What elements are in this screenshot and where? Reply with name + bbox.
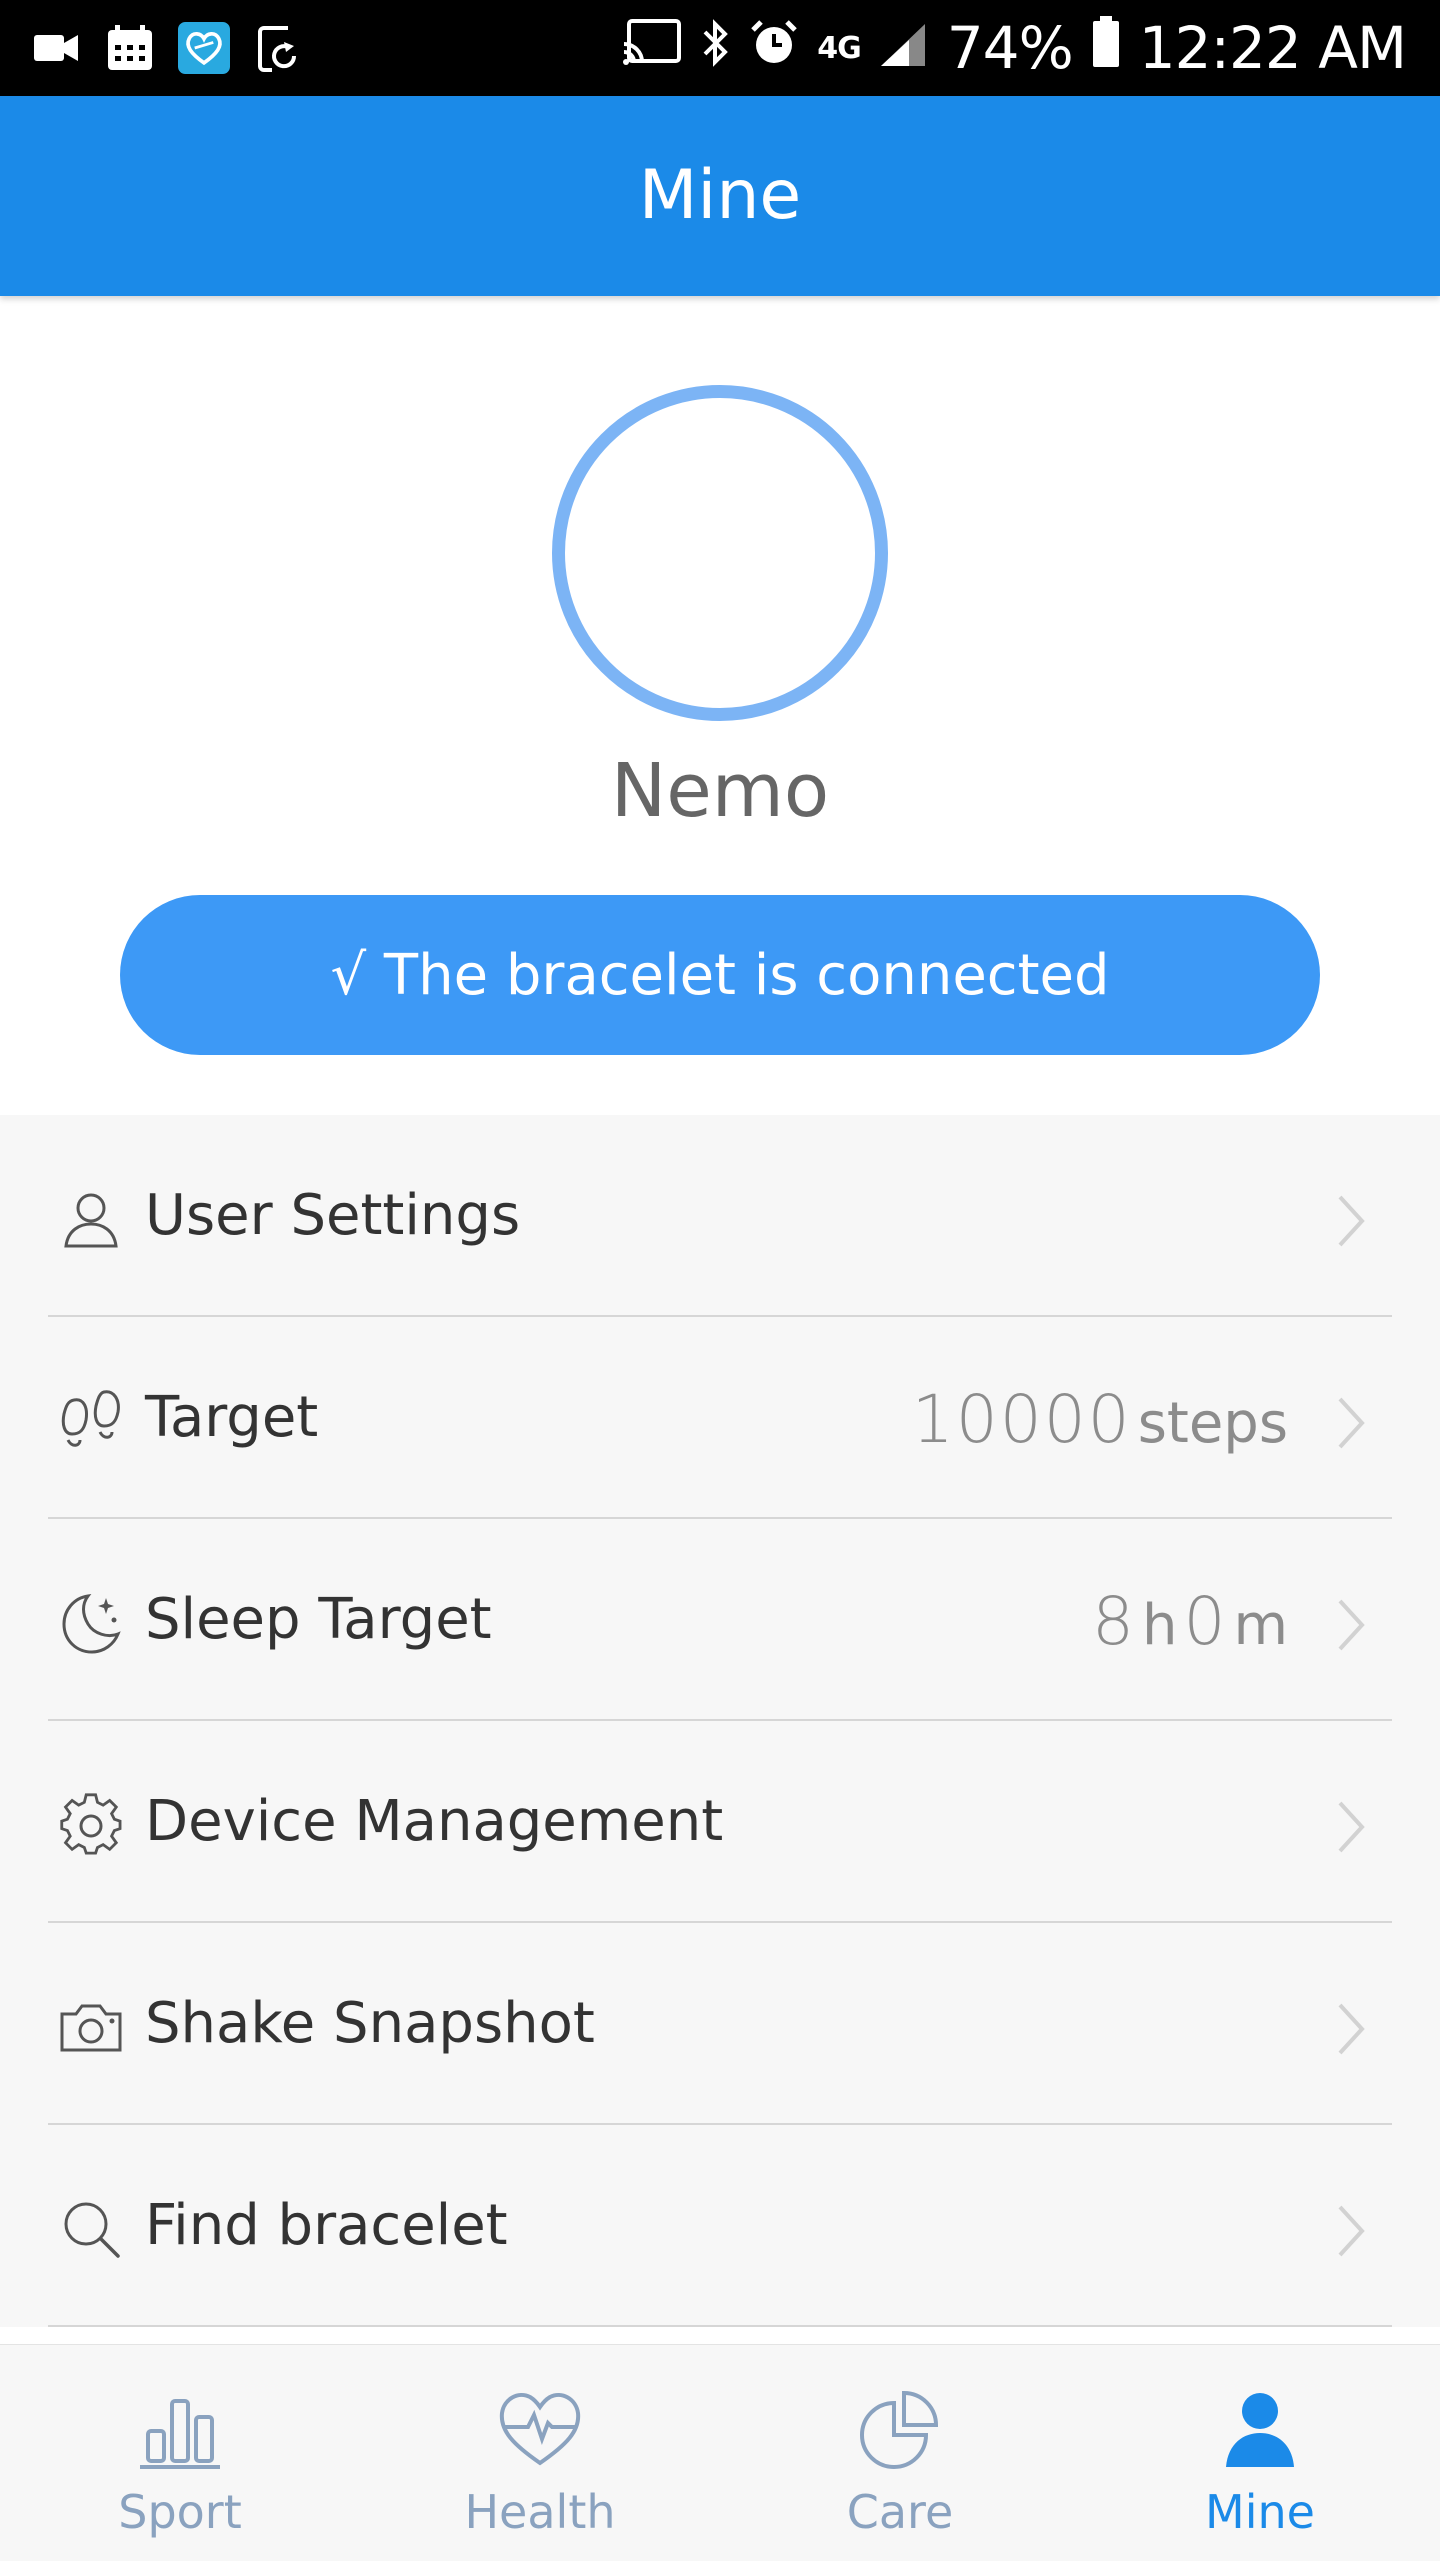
- connection-label: √ The bracelet is connected: [330, 942, 1110, 1008]
- tab-care[interactable]: Care: [720, 2345, 1080, 2561]
- chevron-right-icon: [1338, 1599, 1365, 1651]
- menu-item-shake-snapshot[interactable]: Shake Snapshot: [0, 1923, 1440, 2125]
- steps-unit: steps: [1137, 1391, 1288, 1456]
- chevron-right-icon: [1338, 1195, 1365, 1247]
- bar-chart-icon: [140, 2399, 220, 2469]
- sleep-minutes-unit: m: [1233, 1593, 1288, 1658]
- settings-list: User Settings Target 10000 steps Sleep T…: [0, 1115, 1440, 2327]
- menu-item-sleep-target[interactable]: Sleep Target 8 h 0 m: [0, 1519, 1440, 1721]
- sleep-minutes: 0: [1183, 1583, 1228, 1660]
- search-icon: [64, 2202, 120, 2258]
- pie-chart-icon: [860, 2390, 939, 2469]
- menu-item-label: Sleep Target: [145, 1587, 492, 1652]
- gear-icon: [60, 1793, 122, 1855]
- avatar[interactable]: [552, 385, 888, 721]
- sleep-hours: 8: [1091, 1583, 1136, 1660]
- video-call-icon: [30, 22, 82, 74]
- notification-icons: [30, 18, 304, 78]
- alarm-icon: [749, 14, 799, 82]
- sleep-hours-unit: h: [1141, 1593, 1178, 1658]
- chevron-right-icon: [1338, 2205, 1365, 2257]
- menu-item-label: Device Management: [145, 1789, 724, 1854]
- tab-label: Sport: [118, 2485, 242, 2539]
- battery-icon: [1091, 14, 1121, 82]
- page-title: Mine: [638, 156, 802, 235]
- moon-icon: [62, 1594, 121, 1654]
- menu-item-label: Target: [145, 1385, 319, 1450]
- chevron-right-icon: [1338, 1397, 1365, 1449]
- tab-label: Mine: [1205, 2485, 1315, 2539]
- camera-icon: [60, 2004, 122, 2052]
- user-icon: [64, 1193, 118, 1248]
- app-heart-icon: [178, 22, 230, 74]
- bluetooth-icon: [701, 14, 731, 82]
- heart-pulse-icon: [499, 2393, 581, 2466]
- menu-item-label: Shake Snapshot: [145, 1991, 595, 2056]
- update-icon: [252, 22, 304, 74]
- system-status: 4G 74% 12:22 AM: [621, 14, 1407, 82]
- network-4g-icon: 4G: [817, 30, 861, 66]
- signal-icon: [879, 14, 929, 82]
- calendar-icon: [104, 22, 156, 74]
- menu-item-label: User Settings: [145, 1183, 521, 1248]
- menu-item-device-management[interactable]: Device Management: [0, 1721, 1440, 1923]
- target-value: 10000 steps: [912, 1381, 1288, 1458]
- menu-item-target[interactable]: Target 10000 steps: [0, 1317, 1440, 1519]
- person-icon: [1226, 2393, 1294, 2467]
- steps-number: 10000: [911, 1381, 1132, 1458]
- tab-health[interactable]: Health: [360, 2345, 720, 2561]
- status-bar: 4G 74% 12:22 AM: [0, 0, 1440, 96]
- tab-label: Care: [846, 2485, 954, 2539]
- bottom-tab-bar: Sport Health Care Mine: [0, 2344, 1440, 2561]
- tab-label: Health: [464, 2485, 616, 2539]
- tab-mine[interactable]: Mine: [1080, 2345, 1440, 2561]
- clock: 12:22 AM: [1138, 14, 1407, 82]
- menu-item-find-bracelet[interactable]: Find bracelet: [0, 2125, 1440, 2327]
- menu-item-label: Find bracelet: [145, 2193, 508, 2258]
- cast-icon: [621, 14, 683, 82]
- chevron-right-icon: [1338, 1801, 1365, 1853]
- divider: [48, 2325, 1392, 2327]
- user-name: Nemo: [610, 748, 830, 834]
- menu-item-user-settings[interactable]: User Settings: [0, 1115, 1440, 1317]
- app-header: Mine: [0, 96, 1440, 296]
- battery-percent: 74%: [946, 14, 1074, 82]
- footprints-icon: [61, 1390, 120, 1447]
- tab-sport[interactable]: Sport: [0, 2345, 360, 2561]
- bracelet-connected-button[interactable]: √ The bracelet is connected: [120, 895, 1320, 1055]
- chevron-right-icon: [1338, 2003, 1365, 2055]
- sleep-value: 8 h 0 m: [1092, 1583, 1288, 1660]
